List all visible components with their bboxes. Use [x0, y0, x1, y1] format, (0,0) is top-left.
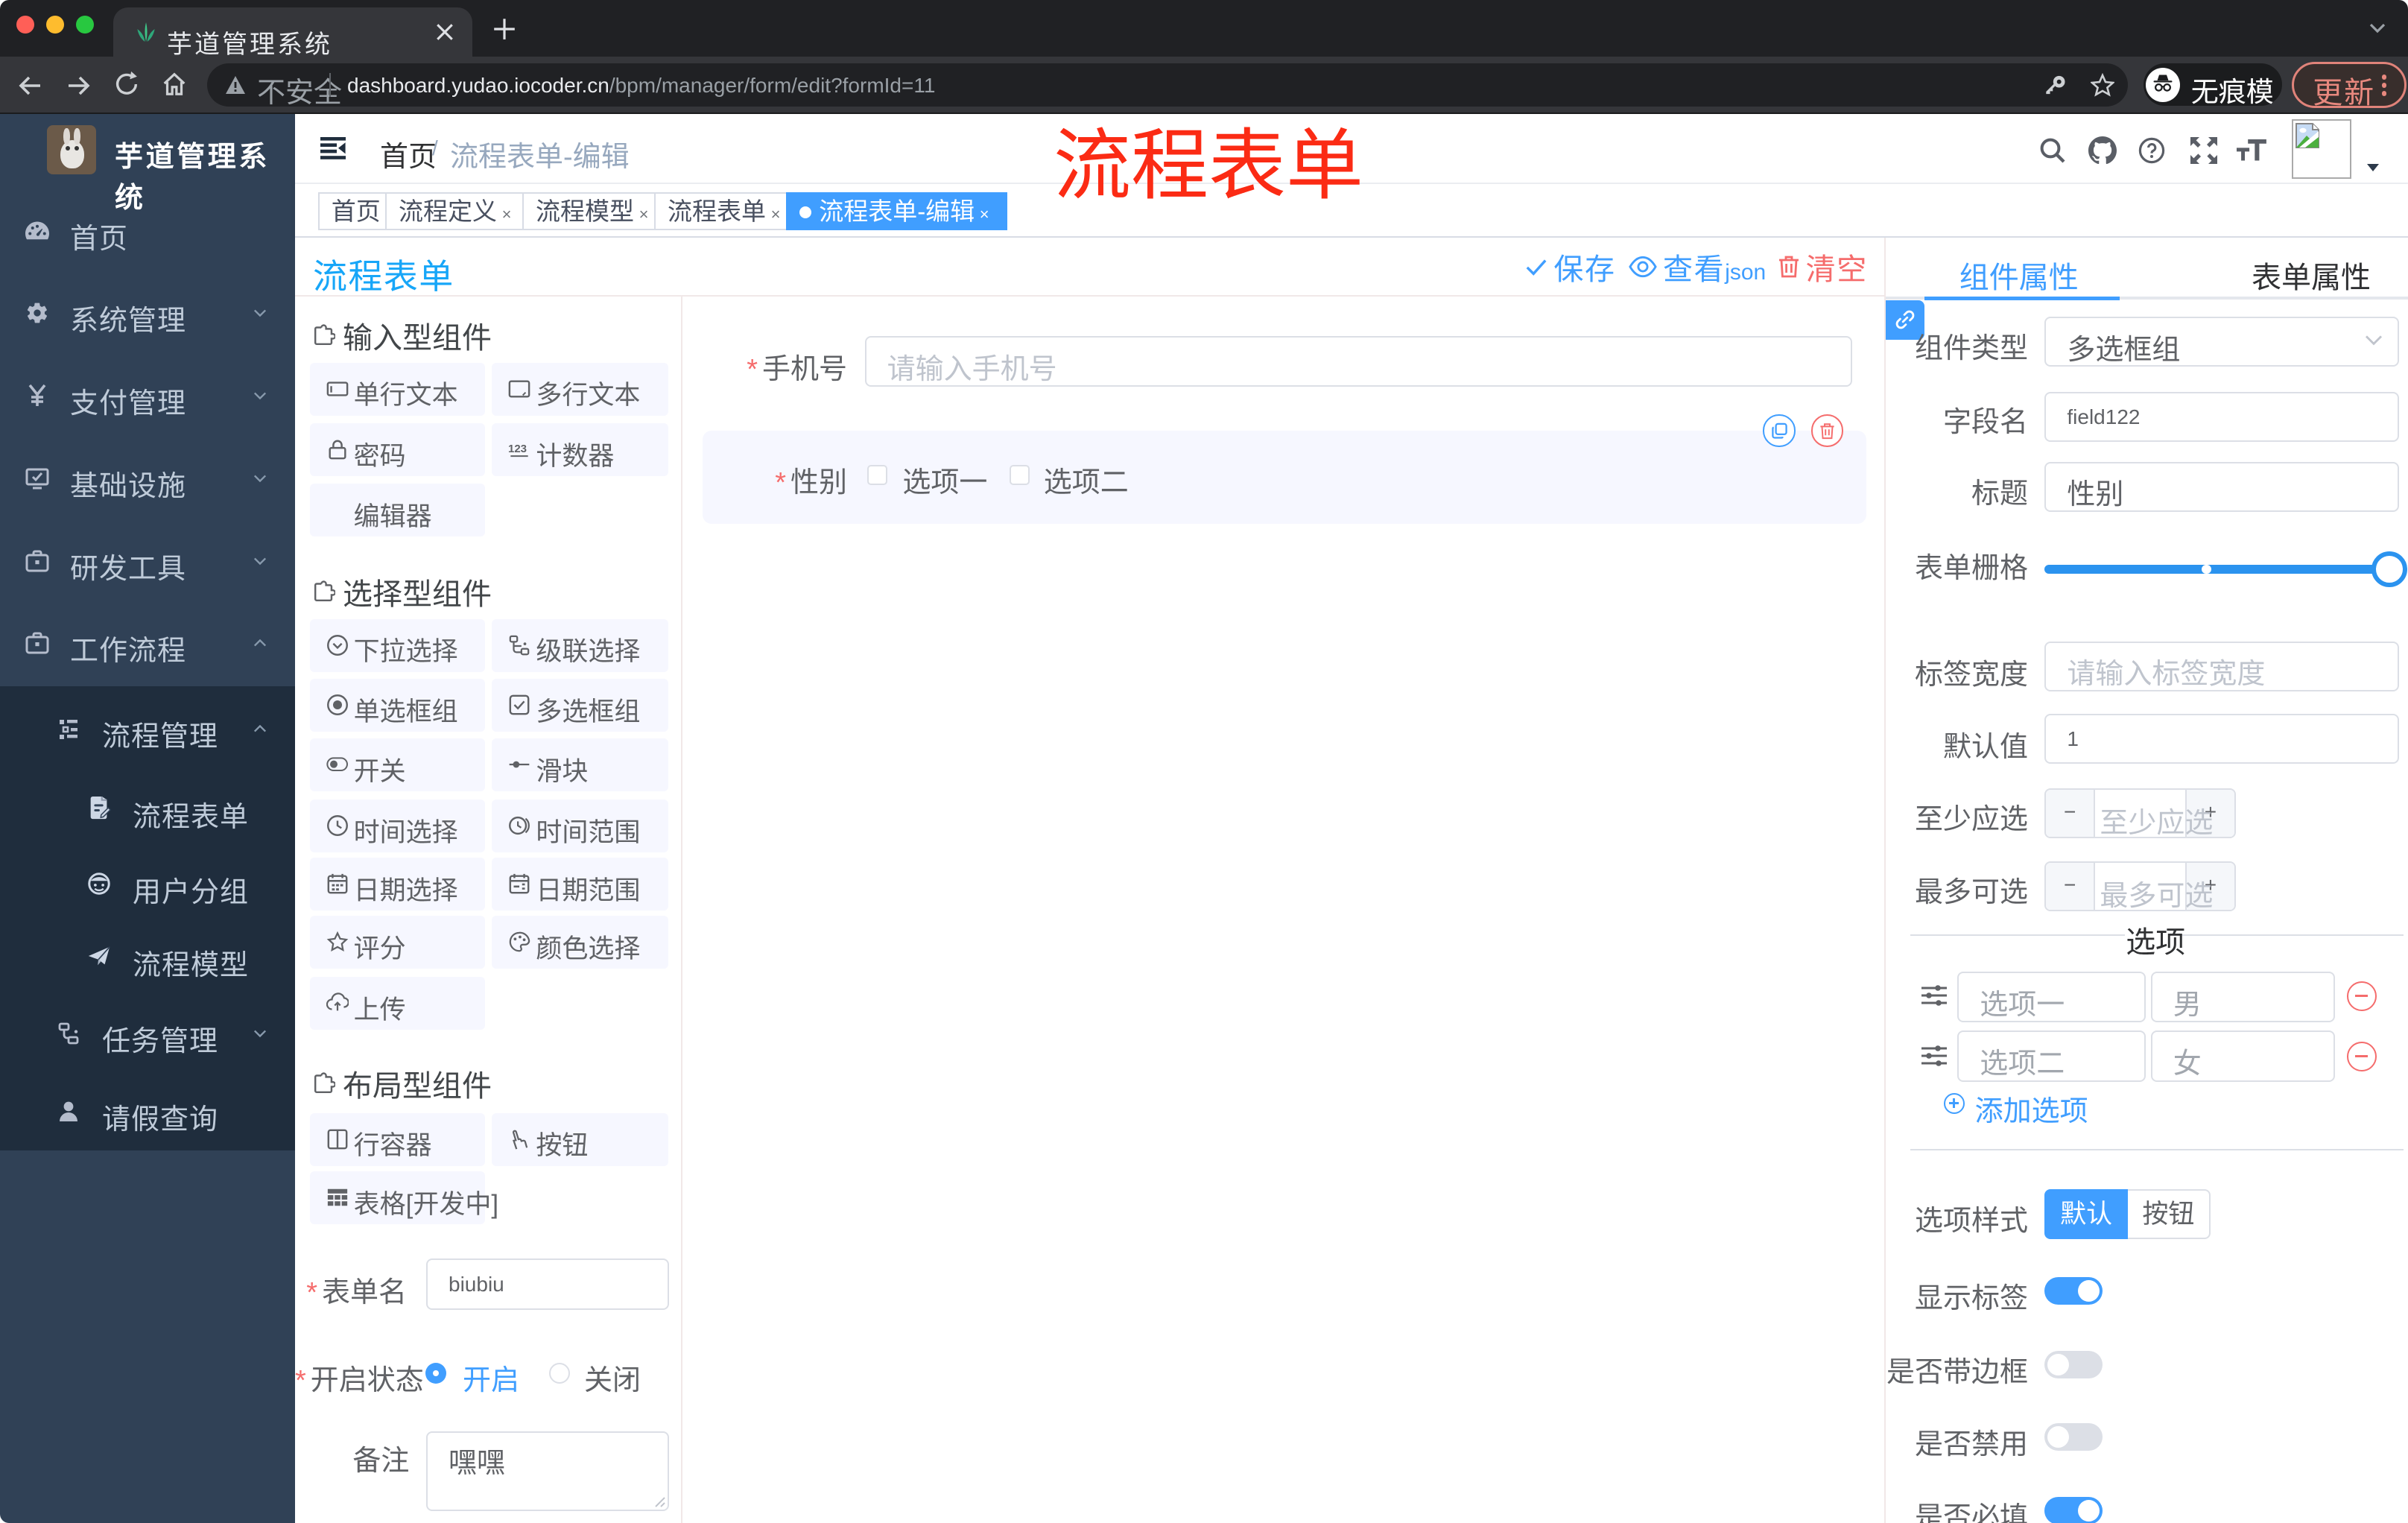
svg-text:123: 123	[508, 443, 527, 455]
